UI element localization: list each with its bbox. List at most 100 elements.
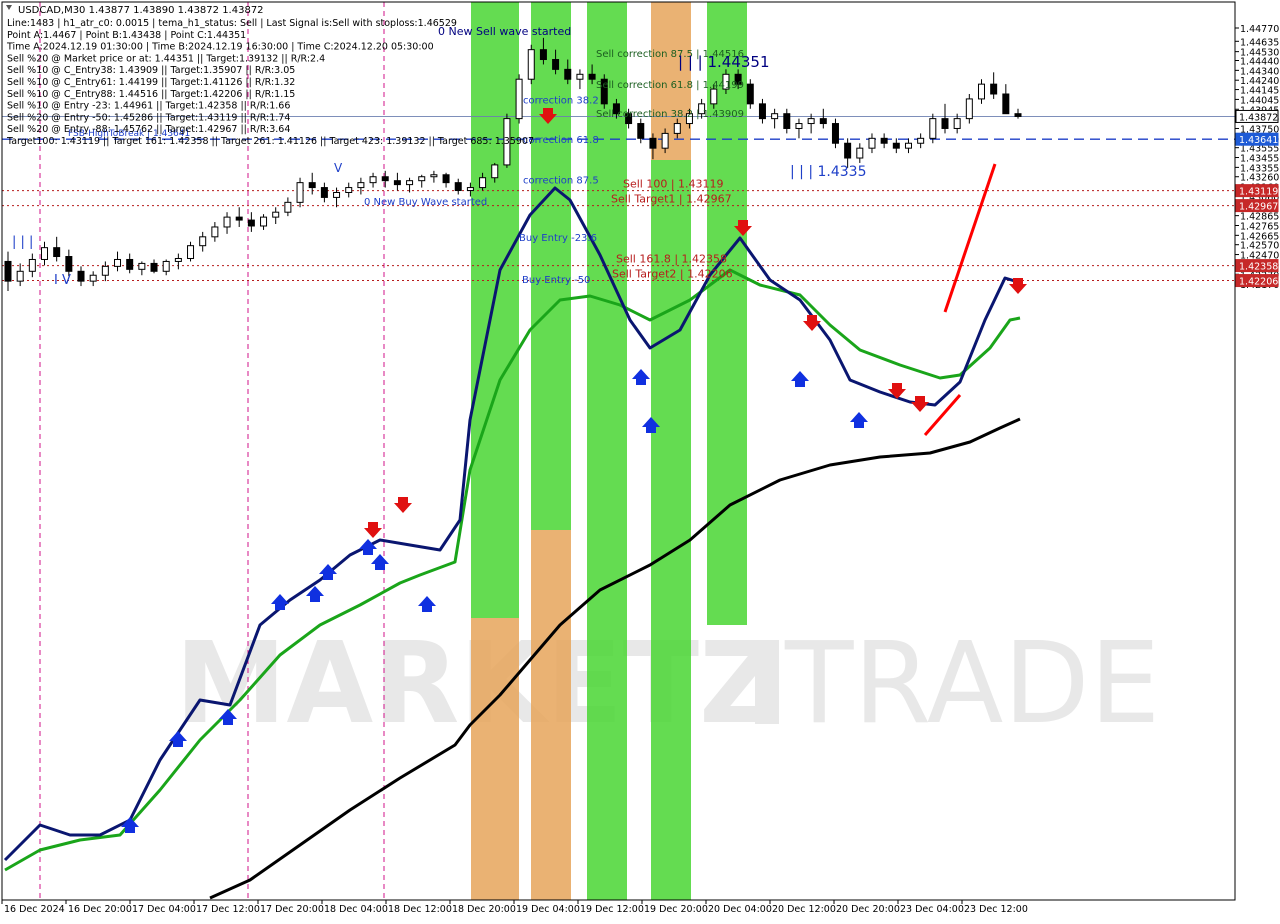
candle-body-30 <box>369 176 377 184</box>
price-tag-label-3: 1.42967 <box>1239 202 1278 213</box>
candle-body-8 <box>101 265 109 276</box>
info-line-0: Line:1483 | h1_atr_c0: 0.0015 | tema_h1_… <box>7 18 457 29</box>
x-tick-label-1: 16 Dec 20:00 <box>68 904 132 915</box>
x-tick-label-9: 19 Dec 12:00 <box>580 904 644 915</box>
candle-body-77 <box>941 118 949 129</box>
x-tick-label-15: 23 Dec 12:00 <box>964 904 1028 915</box>
wave-label-6: V <box>334 161 343 175</box>
candle-body-48 <box>588 73 596 80</box>
zone-label-3: Buy Entry -23.6 <box>519 233 597 244</box>
candle-body-68 <box>831 123 839 144</box>
candle-body-2 <box>28 258 36 272</box>
x-tick-label-10: 19 Dec 20:00 <box>644 904 708 915</box>
watermark-divider <box>755 640 779 724</box>
level-label-4: Sell Target2 | 1.42206 <box>612 268 733 281</box>
candle-body-65 <box>795 123 803 129</box>
candle-body-34 <box>418 176 426 182</box>
info-line-4: Sell %10 @ C_Entry38: 1.43909 || Target:… <box>7 65 295 76</box>
x-tick-label-5: 18 Dec 04:00 <box>324 904 388 915</box>
zone-label-2: correction 87.5 <box>523 176 599 187</box>
candle-body-36 <box>442 174 450 184</box>
candle-body-16 <box>199 236 207 247</box>
price-chart[interactable]: MARKETZTRADE FSB-HighToBreak | 1.43641Se… <box>0 0 1280 920</box>
candle-body-13 <box>162 260 170 272</box>
candle-body-18 <box>223 216 231 228</box>
candle-body-20 <box>247 219 255 227</box>
candle-body-17 <box>211 226 219 238</box>
level-label-1: Sell 100 | 1.43119 <box>623 178 724 191</box>
candle-body-55 <box>673 123 681 134</box>
info-line-5: Sell %10 @ C_Entry61: 1.44199 || Target:… <box>7 77 295 88</box>
chart-window: MARKETZTRADE FSB-HighToBreak | 1.43641Se… <box>0 0 1280 920</box>
wave-label-2: | | | 1.44351 <box>678 53 770 71</box>
candle-body-45 <box>552 59 560 70</box>
candle-body-69 <box>844 142 852 159</box>
watermark-right: TRADE <box>784 619 1160 749</box>
candle-body-72 <box>880 137 888 144</box>
candle-body-63 <box>771 113 779 120</box>
candle-body-10 <box>126 258 134 270</box>
level-label-3: Sell 161.8 | 1.42358 <box>616 253 727 266</box>
candle-body-53 <box>649 137 657 149</box>
candle-body-11 <box>138 262 146 270</box>
candle-body-66 <box>807 118 815 125</box>
candle-body-27 <box>333 191 341 198</box>
wave-label-0: 0 New Sell wave started <box>438 25 571 38</box>
candle-body-83 <box>1014 113 1022 117</box>
info-line-8: Sell %20 @ Entry -50: 1.45286 || Target:… <box>7 112 290 123</box>
zone-band-3 <box>531 530 571 900</box>
x-tick-label-2: 17 Dec 04:00 <box>132 904 196 915</box>
candle-body-70 <box>856 147 864 159</box>
info-line-3: Sell %20 @ Market price or at: 1.44351 |… <box>7 53 325 64</box>
info-line-10: Target100: 1.43119 || Target 161: 1.4235… <box>6 136 534 147</box>
candle-body-73 <box>892 142 900 149</box>
candle-body-31 <box>381 176 389 182</box>
candle-body-39 <box>479 177 487 189</box>
candle-body-12 <box>150 262 158 272</box>
candle-body-9 <box>114 258 122 267</box>
zone-label-0: correction 38.2 <box>523 95 599 106</box>
candle-body-23 <box>284 201 292 213</box>
candle-body-80 <box>977 83 985 100</box>
candle-body-29 <box>357 182 365 189</box>
info-line-2: Time A:2024.12.19 01:30:00 | Time B:2024… <box>6 42 434 53</box>
x-tick-label-7: 18 Dec 20:00 <box>452 904 516 915</box>
candle-body-35 <box>430 174 438 178</box>
candle-body-43 <box>527 49 535 80</box>
x-tick-label-11: 20 Dec 04:00 <box>708 904 772 915</box>
candle-body-52 <box>637 123 645 139</box>
price-tag-label-2: 1.43119 <box>1239 187 1278 198</box>
wave-label-3: | | | 1.4335 <box>790 164 867 180</box>
candle-body-1 <box>16 270 24 282</box>
zone-label-4: Buy Entry -50 <box>522 275 590 286</box>
candle-body-47 <box>576 73 584 80</box>
candle-body-62 <box>758 103 766 120</box>
price-tag-label-1: 1.43641 <box>1239 135 1278 146</box>
candle-body-32 <box>393 180 401 186</box>
candle-body-26 <box>320 187 328 198</box>
candle-body-61 <box>746 83 754 105</box>
candle-body-4 <box>53 247 61 258</box>
candle-body-79 <box>965 98 973 120</box>
candle-body-75 <box>917 137 925 144</box>
candle-body-19 <box>235 216 243 221</box>
info-line-6: Sell %10 @ C_Entry88: 1.44516 || Target:… <box>7 89 295 100</box>
y-tick-label-0: 1.44770 <box>1240 24 1279 35</box>
candle-body-37 <box>454 182 462 192</box>
candle-body-78 <box>953 118 961 129</box>
candle-body-22 <box>272 211 280 218</box>
candle-body-25 <box>308 182 316 189</box>
price-tag-label-4: 1.42358 <box>1239 262 1278 273</box>
candle-body-76 <box>929 118 937 139</box>
candle-body-5 <box>65 256 73 272</box>
wave-label-5: I V <box>54 273 71 288</box>
x-tick-label-4: 17 Dec 20:00 <box>260 904 324 915</box>
candle-body-24 <box>296 182 304 203</box>
candle-body-58 <box>710 88 718 105</box>
x-tick-label-3: 17 Dec 12:00 <box>196 904 260 915</box>
x-tick-label-12: 20 Dec 12:00 <box>772 904 836 915</box>
candle-body-67 <box>819 118 827 125</box>
info-line-1: Point A:1.4467 | Point B:1.43438 | Point… <box>7 30 246 41</box>
candle-body-54 <box>661 132 669 149</box>
level-label-2: Sell Target1 | 1.42967 <box>611 193 732 206</box>
